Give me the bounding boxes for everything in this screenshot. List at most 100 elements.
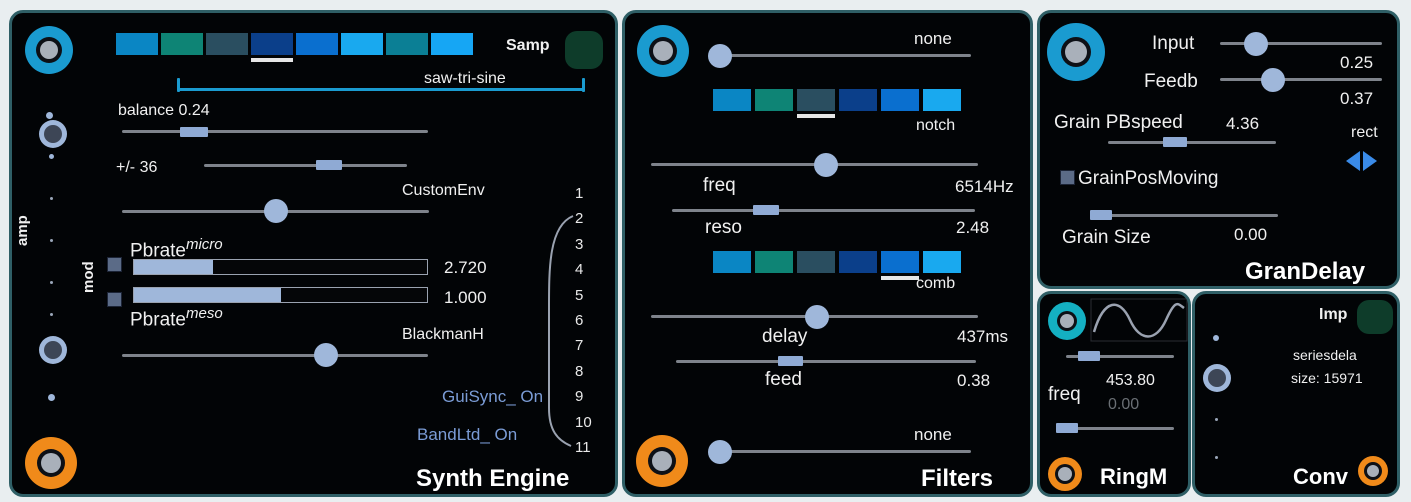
window-next-arrow-icon[interactable] [1363, 151, 1377, 171]
feed-thumb[interactable] [778, 356, 803, 366]
ringm-freq-value: 453.80 [1106, 372, 1155, 389]
conv-dot[interactable] [1213, 335, 1219, 341]
filters-bottom-select[interactable]: none [914, 425, 952, 445]
partial-number: 3 [575, 235, 584, 253]
filters-top-slider[interactable] [711, 54, 971, 57]
swatch-5[interactable] [341, 33, 383, 55]
env2-slider[interactable] [122, 354, 428, 357]
amp-step-dot [50, 239, 53, 242]
reso-value: 2.48 [956, 218, 990, 237]
swatch-2[interactable] [797, 251, 835, 273]
swatch-0[interactable] [116, 33, 158, 55]
pbspeed-thumb[interactable] [1163, 137, 1187, 147]
swatch-4[interactable] [881, 251, 919, 273]
filters-top-select[interactable]: none [914, 29, 952, 49]
conv-panel: Imp seriesdela size: 15971 Conv [1192, 291, 1400, 497]
swatch-3[interactable] [839, 251, 877, 273]
ringm-slider-1-thumb[interactable] [1078, 351, 1100, 361]
mod-knob[interactable] [39, 336, 67, 364]
swatch-selected-indicator [251, 58, 293, 62]
ringm-slider-2-thumb[interactable] [1056, 423, 1078, 433]
amp-dot[interactable] [46, 112, 53, 119]
grain-size-thumb[interactable] [1090, 210, 1112, 220]
band-ltd-toggle[interactable]: BandLtd_ On [417, 425, 517, 445]
swatch-1[interactable] [755, 89, 793, 111]
filters-power-button[interactable] [637, 25, 689, 77]
filter1-type-label: notch [916, 117, 956, 134]
partial-number: 7 [575, 337, 584, 355]
env1-thumb[interactable] [264, 199, 288, 223]
window-prev-arrow-icon[interactable] [1346, 151, 1360, 171]
delay-thumb[interactable] [805, 305, 829, 329]
partials-range-arc[interactable] [527, 208, 577, 453]
swatch-5[interactable] [923, 251, 961, 273]
filters-title: Filters [921, 465, 994, 492]
waveform-range-bracket[interactable] [178, 88, 584, 91]
swatch-0[interactable] [713, 251, 751, 273]
reso-slider[interactable] [672, 209, 975, 212]
filters-orange-button[interactable] [636, 435, 688, 487]
grain-size-slider[interactable] [1090, 214, 1278, 217]
partial-number: 10 [575, 413, 592, 431]
reso-thumb[interactable] [753, 205, 779, 215]
amp-dot[interactable] [49, 154, 54, 159]
swatch-3[interactable] [839, 89, 877, 111]
swatch-1[interactable] [161, 33, 203, 55]
feedb-slider[interactable] [1220, 78, 1382, 81]
input-thumb[interactable] [1244, 32, 1268, 56]
grainpos-checkbox[interactable] [1060, 170, 1075, 185]
mod-dot[interactable] [48, 394, 55, 401]
range-slider[interactable] [204, 164, 407, 167]
partial-number-list: 1 2 3 4 5 6 7 8 9 10 11 [575, 185, 605, 464]
filters-bottom-slider[interactable] [711, 450, 971, 453]
grandelay-power-button[interactable] [1047, 23, 1105, 81]
feed-slider[interactable] [676, 360, 976, 363]
conv-orange-button[interactable] [1358, 456, 1388, 486]
imp-label: Imp [1319, 306, 1348, 323]
swatch-3[interactable] [251, 33, 293, 55]
pbrate-meso-bar[interactable] [133, 287, 428, 303]
swatch-5[interactable] [923, 89, 961, 111]
pbspeed-value: 4.36 [1226, 114, 1260, 133]
ringm-orange-button[interactable] [1048, 457, 1082, 491]
gui-sync-toggle[interactable]: GuiSync_ On [442, 387, 543, 407]
ringm-title: RingM [1100, 464, 1168, 489]
filters-top-thumb[interactable] [708, 44, 732, 68]
grainpos-label: GrainPosMoving [1078, 168, 1219, 189]
delay-value: 437ms [957, 327, 1009, 346]
synth-power-button[interactable] [25, 26, 73, 74]
swatch-selected-indicator [797, 114, 835, 118]
mod-label: mod [80, 261, 97, 293]
ringm-power-button[interactable] [1048, 302, 1086, 340]
swatch-7[interactable] [431, 33, 473, 55]
samp-toggle[interactable] [565, 31, 603, 69]
swatch-4[interactable] [881, 89, 919, 111]
orange-knob-icon [1367, 465, 1379, 477]
balance-slider[interactable] [122, 130, 428, 133]
partial-number: 9 [575, 388, 584, 406]
swatch-2[interactable] [797, 89, 835, 111]
synth-orange-button[interactable] [25, 437, 77, 489]
amp-knob[interactable] [39, 120, 67, 148]
pbrate-micro-bar[interactable] [133, 259, 428, 275]
filters-bottom-thumb[interactable] [708, 440, 732, 464]
swatch-0[interactable] [713, 89, 751, 111]
swatch-2[interactable] [206, 33, 248, 55]
swatch-6[interactable] [386, 33, 428, 55]
pbspeed-slider[interactable] [1108, 141, 1276, 144]
range-thumb[interactable] [316, 160, 342, 170]
conv-knob[interactable] [1203, 364, 1231, 392]
sine-wave-icon[interactable] [1090, 298, 1188, 342]
pbrate-meso-checkbox[interactable] [107, 292, 122, 307]
pbrate-micro-checkbox[interactable] [107, 257, 122, 272]
feedb-thumb[interactable] [1261, 68, 1285, 92]
filter2-type-label: comb [916, 275, 956, 292]
freq-thumb[interactable] [814, 153, 838, 177]
imp-toggle[interactable] [1357, 300, 1393, 334]
freq-label: freq [703, 175, 736, 196]
balance-thumb[interactable] [180, 127, 208, 137]
env2-thumb[interactable] [314, 343, 338, 367]
swatch-4[interactable] [296, 33, 338, 55]
power-knob-icon [1065, 41, 1087, 63]
swatch-1[interactable] [755, 251, 793, 273]
